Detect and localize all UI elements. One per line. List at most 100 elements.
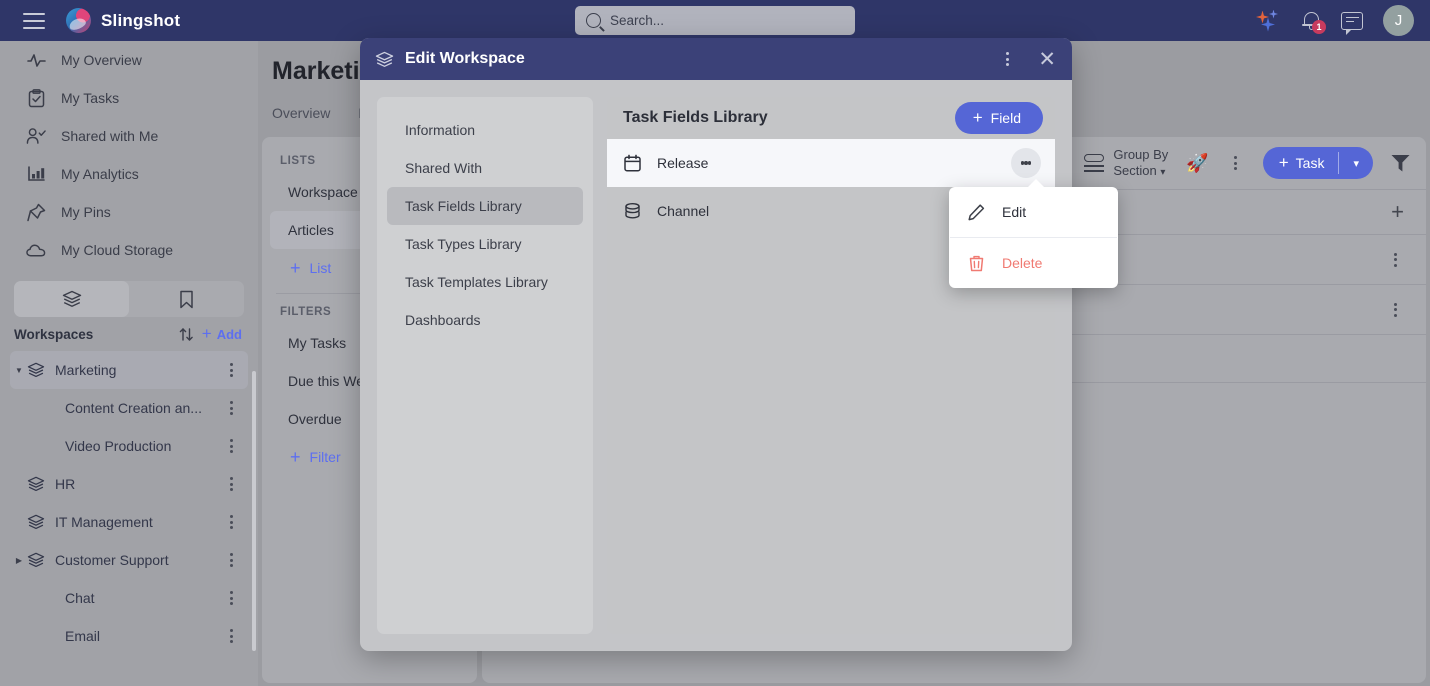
dialog-nav-dashboards[interactable]: Dashboards	[387, 301, 583, 339]
hamburger-menu-icon[interactable]	[23, 12, 45, 29]
notification-badge: 1	[1312, 20, 1326, 34]
sidebar-item-my-tasks[interactable]: My Tasks	[0, 79, 258, 117]
workspace-more-icon[interactable]	[222, 629, 240, 643]
activity-icon	[26, 50, 46, 70]
sidebar-workspace-email[interactable]: Email	[10, 617, 248, 655]
rocket-icon[interactable]: 🚀	[1186, 153, 1208, 174]
workspace-label: Customer Support	[55, 552, 169, 568]
sidebar-item-my-cloud-storage[interactable]: My Cloud Storage	[0, 231, 258, 269]
dialog-nav-shared-with[interactable]: Shared With	[387, 149, 583, 187]
field-row-release[interactable]: Release	[607, 139, 1055, 187]
toggle-bookmarks[interactable]	[129, 281, 244, 317]
sort-arrows-icon[interactable]	[177, 326, 196, 343]
workspace-more-icon[interactable]	[222, 591, 240, 605]
search-icon	[586, 13, 601, 28]
dialog-nav-task-templates-library[interactable]: Task Templates Library	[387, 263, 583, 301]
sidebar-workspace-it-management[interactable]: IT Management	[10, 503, 248, 541]
workspace-label: IT Management	[55, 514, 153, 530]
sidebar-workspace-hr[interactable]: HR	[10, 465, 248, 503]
plus-icon: +	[290, 446, 301, 467]
dialog-nav-information[interactable]: Information	[387, 111, 583, 149]
row-more-icon[interactable]	[1386, 302, 1404, 317]
chevron-right-icon[interactable]: ▶	[12, 556, 26, 565]
cloud-icon	[26, 240, 46, 260]
close-icon[interactable]: ✕	[1038, 49, 1056, 70]
left-sidebar: My Overview My Tasks Shared with Me My A…	[0, 41, 258, 686]
panel-title: Task Fields Library	[623, 109, 768, 126]
calendar-icon	[623, 154, 647, 173]
sidebar-workspace-video-production[interactable]: Video Production	[10, 427, 248, 465]
add-field-button[interactable]: + Field	[954, 102, 1043, 134]
bar-chart-icon	[26, 164, 46, 184]
chevron-down-icon[interactable]: ▼	[12, 366, 26, 375]
dialog-body: Information Shared With Task Fields Libr…	[360, 80, 1072, 651]
workspaces-header: Workspaces + Add	[0, 317, 258, 351]
app-root: Slingshot 1 J Marketing Overview Pr	[0, 0, 1430, 686]
add-task-button[interactable]: + Task ▾	[1262, 147, 1373, 179]
workspace-more-icon[interactable]	[222, 401, 240, 415]
brand[interactable]: Slingshot	[66, 8, 180, 33]
group-by-control[interactable]: Group By Section ▾	[1084, 147, 1168, 180]
trash-icon	[967, 254, 986, 273]
context-menu-edit-label: Edit	[1002, 204, 1027, 220]
avatar[interactable]: J	[1383, 5, 1414, 36]
page-tabs: Overview Pr	[272, 105, 372, 121]
layers-icon	[26, 362, 46, 378]
sidebar-workspace-marketing[interactable]: ▼ Marketing	[10, 351, 248, 389]
bookmark-icon	[179, 290, 194, 309]
sidebar-item-shared-with-me[interactable]: Shared with Me	[0, 117, 258, 155]
sidebar-item-label: Shared with Me	[61, 128, 159, 144]
sidebar-workspace-content-creation[interactable]: Content Creation an...	[10, 389, 248, 427]
layers-icon	[26, 552, 46, 568]
add-task-label: Task	[1295, 155, 1325, 171]
workspace-more-icon[interactable]	[222, 553, 240, 567]
dialog-nav-task-types-library[interactable]: Task Types Library	[387, 225, 583, 263]
chevron-down-icon[interactable]: ▾	[1339, 157, 1373, 170]
group-by-icon	[1084, 154, 1105, 172]
add-workspace-button[interactable]: + Add	[202, 324, 242, 344]
add-field-label: Field	[990, 110, 1021, 126]
workspace-more-icon[interactable]	[222, 439, 240, 453]
sidebar-item-my-overview[interactable]: My Overview	[0, 41, 258, 79]
chat-icon[interactable]	[1341, 11, 1363, 35]
sidebar-item-my-analytics[interactable]: My Analytics	[0, 155, 258, 193]
sidebar-item-label: My Cloud Storage	[61, 242, 174, 258]
field-more-icon[interactable]	[1011, 148, 1041, 178]
workspace-more-icon[interactable]	[222, 515, 240, 529]
context-menu-edit[interactable]: Edit	[949, 187, 1118, 237]
dialog-header: Edit Workspace ✕	[360, 38, 1072, 80]
dialog-nav-task-fields-library[interactable]: Task Fields Library	[387, 187, 583, 225]
group-by-value: Section ▾	[1113, 162, 1166, 178]
group-by-label: Group By	[1113, 146, 1169, 162]
workspace-more-icon[interactable]	[222, 477, 240, 491]
plus-icon: +	[290, 257, 301, 278]
workspace-more-icon[interactable]	[222, 363, 240, 377]
dialog-more-icon[interactable]	[998, 52, 1016, 66]
funnel-icon[interactable]	[1391, 154, 1410, 172]
dialog-title: Edit Workspace	[405, 50, 525, 67]
row-more-icon[interactable]	[1386, 252, 1404, 267]
sidebar-scrollbar[interactable]	[252, 371, 256, 651]
add-workspace-label: Add	[216, 326, 242, 342]
layers-icon	[26, 514, 46, 530]
top-bar: Slingshot 1 J	[0, 0, 1430, 41]
tasks-toolbar-more-icon[interactable]	[1227, 156, 1245, 170]
bell-icon[interactable]: 1	[1302, 10, 1326, 34]
dropdown-list-icon	[623, 202, 647, 221]
context-menu-delete-label: Delete	[1002, 255, 1043, 271]
slingshot-logo-icon	[66, 8, 91, 33]
sidebar-item-my-pins[interactable]: My Pins	[0, 193, 258, 231]
panel-header: Task Fields Library + Field	[607, 97, 1055, 139]
context-menu-delete[interactable]: Delete	[949, 238, 1118, 288]
dialog-nav: Information Shared With Task Fields Libr…	[377, 97, 593, 634]
pin-icon	[26, 202, 46, 222]
sidebar-workspace-customer-support[interactable]: ▶ Customer Support	[10, 541, 248, 579]
tab-overview[interactable]: Overview	[272, 105, 330, 121]
workspace-label: HR	[55, 476, 76, 492]
sidebar-workspace-chat[interactable]: Chat	[10, 579, 248, 617]
ai-sparkle-icon[interactable]	[1256, 9, 1282, 33]
search-input[interactable]	[610, 13, 844, 28]
search-bar[interactable]	[575, 6, 855, 35]
toggle-workspaces[interactable]	[14, 281, 129, 317]
task-fields-panel: Task Fields Library + Field Release Chan…	[607, 97, 1055, 634]
